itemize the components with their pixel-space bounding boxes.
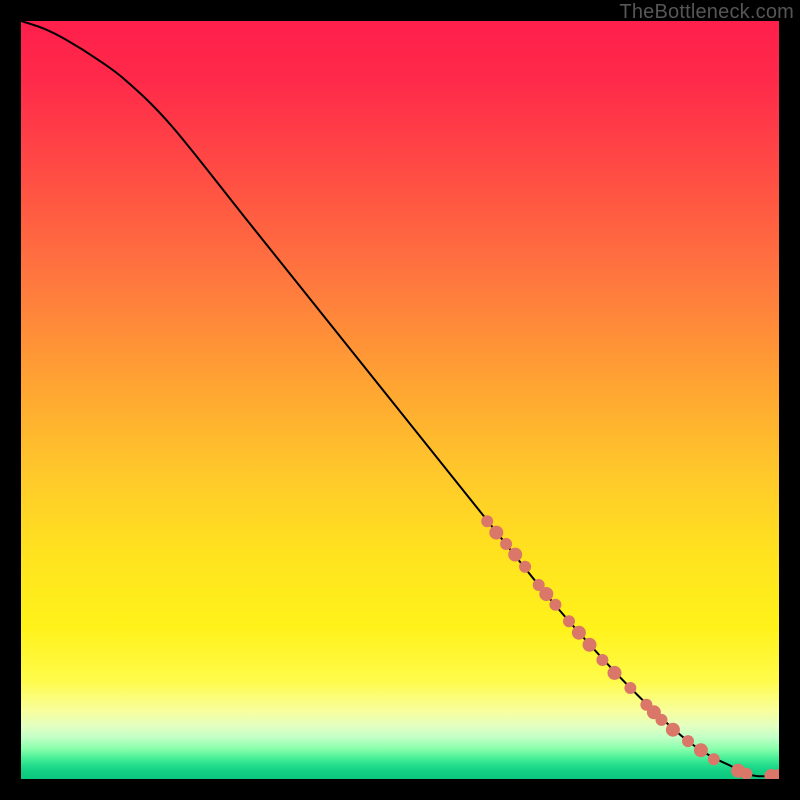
data-point <box>682 735 694 747</box>
chart-frame <box>21 21 779 779</box>
data-point <box>624 682 636 694</box>
data-point <box>572 626 586 640</box>
data-point <box>489 526 503 540</box>
data-point <box>666 723 680 737</box>
data-point <box>583 638 597 652</box>
chart-svg <box>21 21 779 779</box>
data-point <box>656 714 668 726</box>
data-points-group <box>481 515 779 779</box>
data-point <box>563 615 575 627</box>
data-point <box>694 743 708 757</box>
data-point <box>596 654 608 666</box>
data-point <box>481 515 493 527</box>
data-point <box>508 548 522 562</box>
data-point <box>708 753 720 765</box>
watermark-text: TheBottleneck.com <box>619 1 794 24</box>
bottleneck-curve <box>21 21 779 776</box>
data-point <box>608 666 622 680</box>
data-point <box>500 538 512 550</box>
data-point <box>539 587 553 601</box>
data-point <box>549 599 561 611</box>
data-point <box>519 561 531 573</box>
